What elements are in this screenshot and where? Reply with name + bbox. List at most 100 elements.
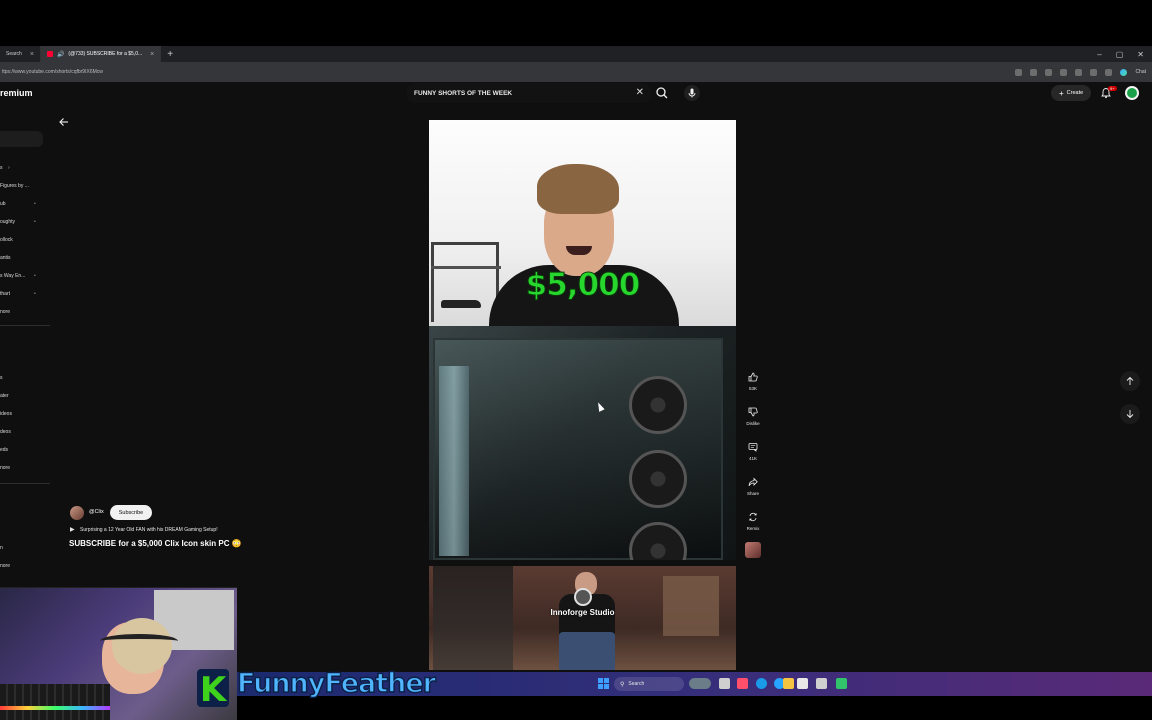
sidebar-item[interactable]: ub • xyxy=(0,201,36,207)
close-icon[interactable]: × xyxy=(150,51,154,58)
back-arrow-icon[interactable] xyxy=(58,116,70,128)
dislike-button[interactable]: Dislike xyxy=(744,404,762,426)
thumbs-down-icon xyxy=(745,404,761,420)
address-bar: ttps://www.youtube.com/shorts/cqfbr9IX6M… xyxy=(0,62,1152,82)
arrow-down-icon xyxy=(1126,410,1134,419)
windows-start-icon[interactable] xyxy=(598,678,609,689)
reader-icon[interactable] xyxy=(1015,68,1023,76)
related-video-title: Surprising a 12 Year Old FAN with his DR… xyxy=(80,527,218,533)
app-icon[interactable] xyxy=(737,678,748,689)
studio-logo-icon xyxy=(573,588,592,606)
webcam-rgb-lights xyxy=(0,706,110,710)
calendar-icon[interactable] xyxy=(797,678,808,689)
minimize-icon[interactable]: – xyxy=(1097,50,1101,59)
comment-icon xyxy=(745,439,761,455)
share-label: Share xyxy=(746,491,759,496)
video-pc-fan xyxy=(629,376,687,434)
taskbar-search[interactable]: ⚲ Search xyxy=(614,677,684,691)
sidebar-item[interactable]: ollock xyxy=(0,237,13,243)
task-view-icon[interactable] xyxy=(719,678,730,689)
sidebar-item[interactable]: s Way En... • xyxy=(0,273,36,279)
maximize-icon[interactable]: ▢ xyxy=(1116,50,1124,59)
account-avatar[interactable] xyxy=(1125,86,1139,100)
sidebar-active-item[interactable] xyxy=(0,131,43,147)
sidebar-item[interactable]: thart • xyxy=(0,291,36,297)
channel-avatar[interactable] xyxy=(70,506,84,520)
youtube-premium-logo[interactable]: remium xyxy=(0,88,33,98)
remix-icon xyxy=(745,509,761,525)
browser-tab-youtube[interactable]: 🔊 (@733) SUBSCRIBE for a $5,0... × xyxy=(40,46,162,62)
close-icon[interactable]: × xyxy=(30,51,34,58)
sidebar-item[interactable]: ideos xyxy=(0,411,12,417)
next-short-shelf xyxy=(433,566,513,670)
sidebar-divider xyxy=(0,325,50,326)
share-icon xyxy=(745,474,761,490)
sidebar-item[interactable]: s › xyxy=(0,165,10,171)
window-controls: – ▢ ✕ xyxy=(1097,50,1152,59)
copilot-icon[interactable] xyxy=(1120,68,1128,76)
browser-tab-bar: Search × 🔊 (@733) SUBSCRIBE for a $5,0..… xyxy=(0,46,1152,62)
collections-icon[interactable] xyxy=(1090,68,1098,76)
sidebar-item[interactable]: n xyxy=(0,545,3,551)
chevron-right-icon: › xyxy=(8,165,10,171)
like-button[interactable]: 53K xyxy=(744,369,762,391)
related-video-link[interactable]: ▶ Surprising a 12 Year Old FAN with his … xyxy=(70,526,218,533)
short-title: SUBSCRIBE for a $5,000 Clix Icon skin PC… xyxy=(69,539,242,548)
channel-name[interactable]: @Clix xyxy=(89,509,104,515)
browser-toolbar-icons: Chat xyxy=(1015,68,1152,76)
split-screen-icon[interactable] xyxy=(1060,68,1068,76)
more-icon[interactable] xyxy=(1105,68,1113,76)
browser-tab-search[interactable]: Search × xyxy=(0,46,41,62)
create-button[interactable]: + Create xyxy=(1051,85,1092,101)
sidebar-item[interactable]: deos xyxy=(0,429,11,435)
profile-label[interactable]: Chat xyxy=(1135,69,1146,75)
settings-icon[interactable] xyxy=(816,678,827,689)
plus-icon: + xyxy=(1059,88,1064,98)
sidebar-item-show-more[interactable]: nore xyxy=(0,465,10,471)
widget-icon[interactable] xyxy=(689,678,711,689)
next-short-watermark: Innoforge Studio xyxy=(429,588,736,617)
next-short-overlay-text: Innoforge Studio xyxy=(550,608,615,617)
previous-short-button[interactable] xyxy=(1120,371,1140,391)
comments-button[interactable]: 41K xyxy=(744,439,762,461)
sidebar-item[interactable]: oughty • xyxy=(0,219,36,225)
arrow-up-icon xyxy=(1126,376,1134,385)
sidebar-item[interactable]: antis xyxy=(0,255,11,261)
sidebar-item[interactable]: ater xyxy=(0,393,9,399)
microphone-icon[interactable] xyxy=(684,85,700,101)
next-short-person xyxy=(555,570,615,670)
next-short-button[interactable] xyxy=(1120,404,1140,424)
sidebar-item-show-more[interactable]: nore xyxy=(0,309,10,315)
app-icon[interactable] xyxy=(836,678,847,689)
share-button[interactable]: Share xyxy=(744,474,762,496)
like-count: 53K xyxy=(748,386,757,391)
taskbar-search-label: Search xyxy=(628,681,645,687)
sound-thumbnail[interactable] xyxy=(745,542,761,558)
sidebar-item-show-more[interactable]: nore xyxy=(0,563,10,569)
favorites-icon[interactable] xyxy=(1075,68,1083,76)
new-tab-icon[interactable]: + xyxy=(161,49,179,60)
next-short-preview[interactable]: Innoforge Studio xyxy=(429,566,736,670)
webcam-keyboard xyxy=(0,684,110,720)
headset-icon xyxy=(100,634,178,648)
search-input[interactable]: FUNNY SHORTS OF THE WEEK ✕ xyxy=(406,83,652,103)
search-icon[interactable] xyxy=(654,85,670,101)
file-explorer-icon[interactable] xyxy=(783,678,794,689)
sidebar-item[interactable]: s xyxy=(0,375,3,381)
url-field[interactable]: ttps://www.youtube.com/shorts/cqfbr9IX6M… xyxy=(0,69,103,75)
sidebar-item[interactable]: Figures by ... xyxy=(0,183,29,189)
close-window-icon[interactable]: ✕ xyxy=(1137,50,1144,59)
extensions-icon[interactable] xyxy=(1045,68,1053,76)
short-video-player[interactable]: $5,000 xyxy=(429,120,736,560)
video-person-hair xyxy=(537,164,619,214)
edge-icon[interactable] xyxy=(756,678,767,689)
letterbox-bottom xyxy=(237,696,1152,720)
thumbs-up-icon xyxy=(745,369,761,385)
svg-text:K: K xyxy=(200,670,228,708)
subscribe-button[interactable]: Subscribe xyxy=(110,505,152,520)
sidebar-item[interactable]: eds xyxy=(0,447,8,453)
clear-search-icon[interactable]: ✕ xyxy=(636,87,644,98)
favorite-star-icon[interactable] xyxy=(1030,68,1038,76)
remix-button[interactable]: Remix xyxy=(744,509,762,531)
streamer-k-logo: K xyxy=(196,668,230,710)
